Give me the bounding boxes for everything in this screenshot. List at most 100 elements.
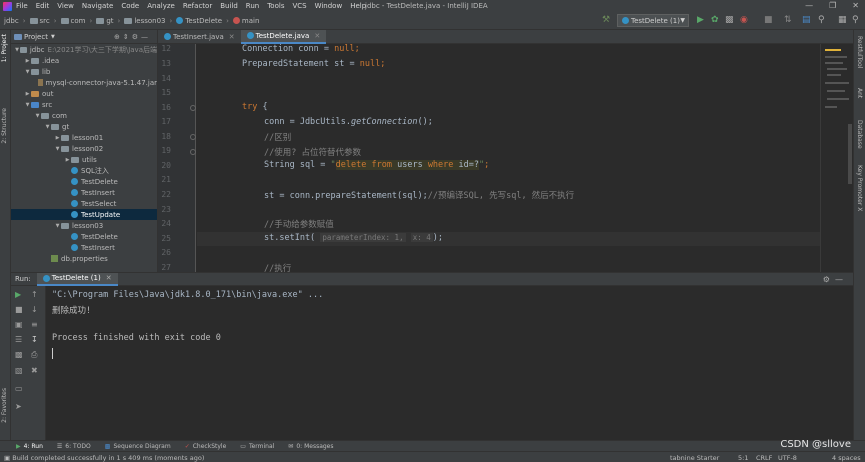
tree-item[interactable]: ▼ lesson03 — [11, 220, 157, 231]
tree-item[interactable]: TestDelete — [11, 176, 157, 187]
chevron-down-icon[interactable]: ▼ — [54, 146, 61, 152]
tree-item[interactable]: ▶ out — [11, 88, 157, 99]
tree-item[interactable]: mysql-connector-java-5.1.47.jar — [11, 77, 157, 88]
status-message[interactable]: ▣ Build completed successfully in 1 s 40… — [4, 454, 204, 462]
tool-tab-checkstyle[interactable]: ✓ CheckStyle — [185, 443, 227, 450]
debug-icon[interactable]: ✿ — [711, 16, 719, 25]
scroll-down-icon[interactable]: ↓ — [31, 305, 38, 314]
restore-icon[interactable]: ❐ — [829, 1, 836, 10]
menu-window[interactable]: Window — [315, 2, 343, 10]
project-structure-icon[interactable]: ▤ — [802, 16, 811, 25]
scroll-up-icon[interactable]: ↑ — [31, 290, 38, 299]
dump-threads-icon[interactable]: ☰ — [15, 335, 22, 344]
chevron-right-icon[interactable]: ▶ — [64, 157, 71, 163]
tree-item[interactable]: SQL注入 — [11, 165, 157, 176]
tree-item[interactable]: TestUpdate — [11, 209, 157, 220]
structure-tool-tab[interactable]: 2: Structure — [1, 108, 8, 144]
chevron-right-icon[interactable]: ▶ — [24, 91, 31, 97]
layout-icon[interactable]: ▦ — [838, 16, 847, 25]
tree-item[interactable]: ▼ jdbc E:\2021学习\大三下学期\Java后端 — [11, 44, 157, 55]
menu-tools[interactable]: Tools — [267, 2, 284, 10]
run-console[interactable]: "C:\Program Files\Java\jdk1.8.0_171\bin\… — [46, 286, 853, 440]
settings-icon[interactable]: ▩ — [15, 350, 23, 359]
menu-file[interactable]: File — [16, 2, 28, 10]
fold-marker-icon[interactable] — [190, 134, 196, 140]
tabnine-status[interactable]: tabnine Starter — [670, 454, 719, 462]
tool-tab-run[interactable]: ▶ 4: Run — [16, 443, 43, 450]
menu-view[interactable]: View — [57, 2, 74, 10]
tree-item[interactable]: TestDelete — [11, 231, 157, 242]
breadcrumb-gt[interactable]: gt › — [96, 17, 120, 25]
rerun-icon[interactable]: ▶ — [15, 290, 21, 299]
project-panel-actions[interactable]: ⊕⇕⚙— — [114, 33, 151, 41]
tree-item[interactable]: ▼ lesson02 — [11, 143, 157, 154]
code-editor[interactable]: Connection conn = null; PreparedStatemen… — [197, 44, 820, 272]
tree-item[interactable]: TestInsert — [11, 187, 157, 198]
profile-icon[interactable]: ◉ — [740, 16, 748, 25]
restful-tool-tab[interactable]: RestfulTool — [856, 36, 863, 68]
menu-edit[interactable]: Edit — [36, 2, 50, 10]
menu-help[interactable]: Help — [350, 2, 366, 10]
close-tab-icon[interactable]: ✕ — [314, 32, 320, 40]
breadcrumb-com[interactable]: com › — [60, 17, 92, 25]
breadcrumb-lesson03[interactable]: lesson03 › — [124, 17, 172, 25]
print-icon[interactable]: ⎙ — [31, 350, 37, 360]
run-icon[interactable]: ▶ — [697, 16, 704, 25]
breadcrumb-src[interactable]: src › — [29, 17, 57, 25]
breadcrumb-main[interactable]: main — [232, 17, 259, 25]
tool-tab-sequence-diagram[interactable]: ▩ Sequence Diagram — [105, 443, 171, 450]
file-encoding[interactable]: UTF-8 — [778, 454, 797, 462]
close-tab-icon[interactable]: ✕ — [229, 33, 235, 41]
warning-marker[interactable] — [825, 49, 841, 51]
coverage-icon[interactable]: ▩ — [725, 16, 734, 25]
scrollbar-thumb[interactable] — [848, 124, 852, 184]
stop-icon[interactable]: ■ — [764, 16, 773, 25]
stop-icon[interactable]: ■ — [15, 305, 23, 314]
close-icon[interactable]: ✕ — [852, 1, 859, 10]
tree-item[interactable]: ▶ .idea — [11, 55, 157, 66]
menu-navigate[interactable]: Navigate — [82, 2, 113, 10]
tab-testdelete[interactable]: TestDelete.java ✕ — [240, 29, 327, 44]
chevron-right-icon[interactable]: ▶ — [54, 135, 61, 141]
key-promoter-tool-tab[interactable]: Key Promoter X — [856, 165, 863, 211]
chevron-down-icon[interactable]: ▼ — [24, 102, 31, 108]
menu-run[interactable]: Run — [246, 2, 259, 10]
build-hammer-icon[interactable]: ⚒ — [602, 16, 610, 25]
tab-testinsert[interactable]: TestInsert.java ✕ — [158, 30, 241, 44]
layout-icon[interactable]: ▧ — [15, 366, 23, 375]
menu-vcs[interactable]: VCS — [292, 2, 306, 10]
chevron-down-icon[interactable]: ▼ — [34, 113, 41, 119]
favorites-tool-tab[interactable]: 2: Favorites — [1, 388, 8, 423]
tree-item[interactable]: db.properties — [11, 253, 157, 264]
line-separator[interactable]: CRLF — [756, 454, 772, 462]
gear-icon[interactable]: ⚙ — — [823, 275, 843, 284]
tree-item[interactable]: TestInsert — [11, 242, 157, 253]
run-tab-testdelete[interactable]: TestDelete (1) ✕ — [36, 272, 118, 286]
tree-item[interactable]: ▶ utils — [11, 154, 157, 165]
caret-position[interactable]: 5:1 — [738, 454, 748, 462]
code-minimap[interactable] — [820, 44, 853, 272]
tree-item[interactable]: ▶ lesson01 — [11, 132, 157, 143]
tree-item[interactable]: ▼ com — [11, 110, 157, 121]
tool-tab-todo[interactable]: ☰ 6: TODO — [57, 443, 91, 450]
chevron-down-icon[interactable]: ▼ — [54, 223, 61, 229]
menu-code[interactable]: Code — [121, 2, 139, 10]
ant-tool-tab[interactable]: Ant — [856, 88, 863, 98]
search-everywhere-icon[interactable]: ⚲ — [818, 16, 825, 25]
breadcrumb-jdbc[interactable]: jdbc › — [4, 17, 26, 25]
tool-tab-messages[interactable]: ✉ 0: Messages — [288, 443, 333, 450]
fold-marker-icon[interactable] — [190, 105, 196, 111]
screen-icon[interactable]: ▭ — [15, 384, 23, 393]
search-icon[interactable]: ⚲ — [852, 16, 859, 25]
tree-item[interactable]: ▼ src — [11, 99, 157, 110]
menu-analyze[interactable]: Analyze — [147, 2, 175, 10]
menu-refactor[interactable]: Refactor — [183, 2, 212, 10]
tree-item[interactable]: TestSelect — [11, 198, 157, 209]
indent-setting[interactable]: 4 spaces — [832, 454, 861, 462]
tool-tab-terminal[interactable]: ▭ Terminal — [240, 443, 274, 450]
scroll-to-end-icon[interactable]: ↧ — [31, 335, 38, 344]
tree-item[interactable]: ▼ gt — [11, 121, 157, 132]
camera-icon[interactable]: ▣ — [15, 320, 23, 329]
chevron-down-icon[interactable]: ▼ — [51, 34, 55, 40]
soft-wrap-icon[interactable]: ≡ — [31, 320, 38, 329]
